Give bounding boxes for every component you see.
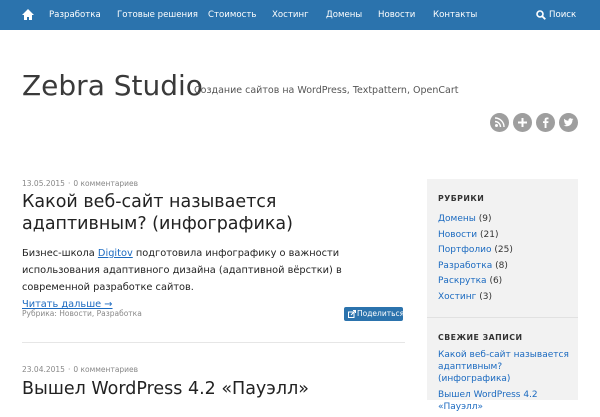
sidebar: РУБРИКИ Домены (9) Новости (21) Портфоли…	[427, 179, 578, 412]
category-link[interactable]: Портфолио	[438, 245, 492, 255]
post-date: 23.04.2015	[22, 365, 65, 374]
share-label: Поделиться	[357, 309, 405, 318]
recent-posts-widget-title: СВЕЖИЕ ЗАПИСИ	[438, 333, 523, 342]
category-count: (25)	[494, 245, 513, 255]
nav-item-contacts[interactable]: Контакты	[433, 0, 477, 30]
category-count: (8)	[495, 260, 508, 271]
meta-separator: ·	[67, 179, 71, 188]
site-description: Создание сайтов на WordPress, Textpatter…	[194, 85, 459, 96]
category-link[interactable]: Разработка	[438, 261, 492, 271]
nav-item-ready-solutions[interactable]: Готовые решения	[117, 0, 198, 30]
share-button[interactable]: Поделиться	[344, 307, 405, 321]
post-title[interactable]: Вышел WordPress 4.2 «Пауэлл»	[22, 378, 402, 400]
post-divider	[22, 342, 405, 343]
category-count: (3)	[479, 291, 492, 302]
nav-item-domains[interactable]: Домены	[326, 0, 362, 30]
post-meta: 13.05.2015 · 0 комментариев	[22, 179, 138, 188]
nav-item-hosting[interactable]: Хостинг	[272, 0, 309, 30]
post-excerpt: Бизнес-школа Digitov подготовила инфогра…	[22, 245, 407, 313]
recent-post-link[interactable]: Какой веб-сайт называется адаптивным? (и…	[438, 349, 573, 385]
post-categories: Рубрика: Новости, Разработка	[22, 309, 142, 318]
search-icon	[536, 10, 546, 20]
category-link[interactable]: Раскрутка	[438, 276, 487, 286]
post-comments-link[interactable]: 0 комментариев	[73, 365, 138, 374]
rss-icon[interactable]	[490, 113, 509, 132]
category-item: Домены (9)	[438, 212, 513, 228]
nav-item-development[interactable]: Разработка	[49, 0, 101, 30]
category-count: (9)	[478, 214, 492, 224]
category-list: Домены (9) Новости (21) Портфолио (25) Р…	[438, 212, 513, 305]
sidebar-divider	[427, 317, 578, 318]
category-count: (21)	[480, 229, 499, 240]
home-icon[interactable]	[21, 8, 35, 22]
excerpt-text-before: Бизнес-школа	[22, 248, 98, 259]
category-item: Раскрутка (6)	[438, 274, 513, 290]
category-item: Новости (21)	[438, 228, 513, 244]
category-item: Портфолио (25)	[438, 243, 513, 259]
post-comments-link[interactable]: 0 комментариев	[73, 179, 138, 188]
site-title[interactable]: Zebra Studio	[22, 68, 203, 104]
category-item: Хостинг (3)	[438, 290, 513, 306]
post-title[interactable]: Какой веб-сайт называется адаптивным? (и…	[22, 191, 402, 235]
digitov-link[interactable]: Digitov	[98, 248, 133, 259]
share-icon	[348, 310, 356, 318]
categories-widget-title: РУБРИКИ	[438, 194, 485, 203]
category-item: Разработка (8)	[438, 259, 513, 275]
nav-item-news[interactable]: Новости	[378, 0, 415, 30]
facebook-icon[interactable]	[536, 113, 555, 132]
twitter-icon[interactable]	[559, 113, 578, 132]
category-count: (6)	[489, 276, 503, 286]
post-date: 13.05.2015	[22, 179, 65, 188]
top-navigation: Разработка Готовые решения Стоимость Хос…	[0, 0, 600, 30]
search-button[interactable]: Поиск	[536, 0, 576, 30]
meta-separator: ·	[67, 365, 71, 374]
recent-post-link[interactable]: Вышел WordPress 4.2 «Пауэлл»	[438, 389, 573, 413]
category-link[interactable]: Хостинг	[438, 292, 476, 302]
recent-posts-list: Какой веб-сайт называется адаптивным? (и…	[438, 349, 573, 417]
post-meta: 23.04.2015 · 0 комментариев	[22, 365, 138, 374]
nav-item-pricing[interactable]: Стоимость	[208, 0, 256, 30]
category-link[interactable]: Новости	[438, 230, 477, 240]
category-link[interactable]: Домены	[438, 214, 476, 224]
google-plus-icon[interactable]	[513, 113, 532, 132]
search-label: Поиск	[549, 10, 577, 20]
